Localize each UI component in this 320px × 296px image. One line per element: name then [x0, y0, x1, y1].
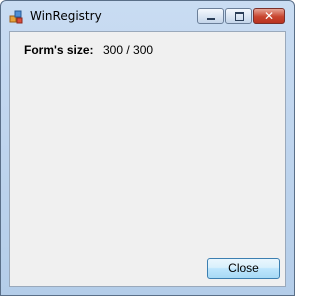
app-icon	[9, 9, 25, 25]
minimize-button[interactable]	[197, 8, 224, 24]
form-size-label: Form's size:	[24, 43, 94, 57]
maximize-button[interactable]	[225, 8, 252, 24]
close-button[interactable]: Close	[207, 258, 280, 279]
title-bar[interactable]: WinRegistry ✕	[1, 1, 294, 31]
minimize-icon	[207, 18, 215, 20]
close-icon: ✕	[264, 9, 275, 23]
form-size-value: 300 / 300	[103, 43, 154, 57]
window-title: WinRegistry	[30, 9, 102, 23]
app-window: WinRegistry ✕ Form's size: 300 / 300 Clo…	[0, 0, 295, 296]
maximize-icon	[235, 12, 244, 21]
client-area: Form's size: 300 / 300 Close	[9, 31, 286, 287]
window-close-button[interactable]: ✕	[253, 8, 285, 24]
